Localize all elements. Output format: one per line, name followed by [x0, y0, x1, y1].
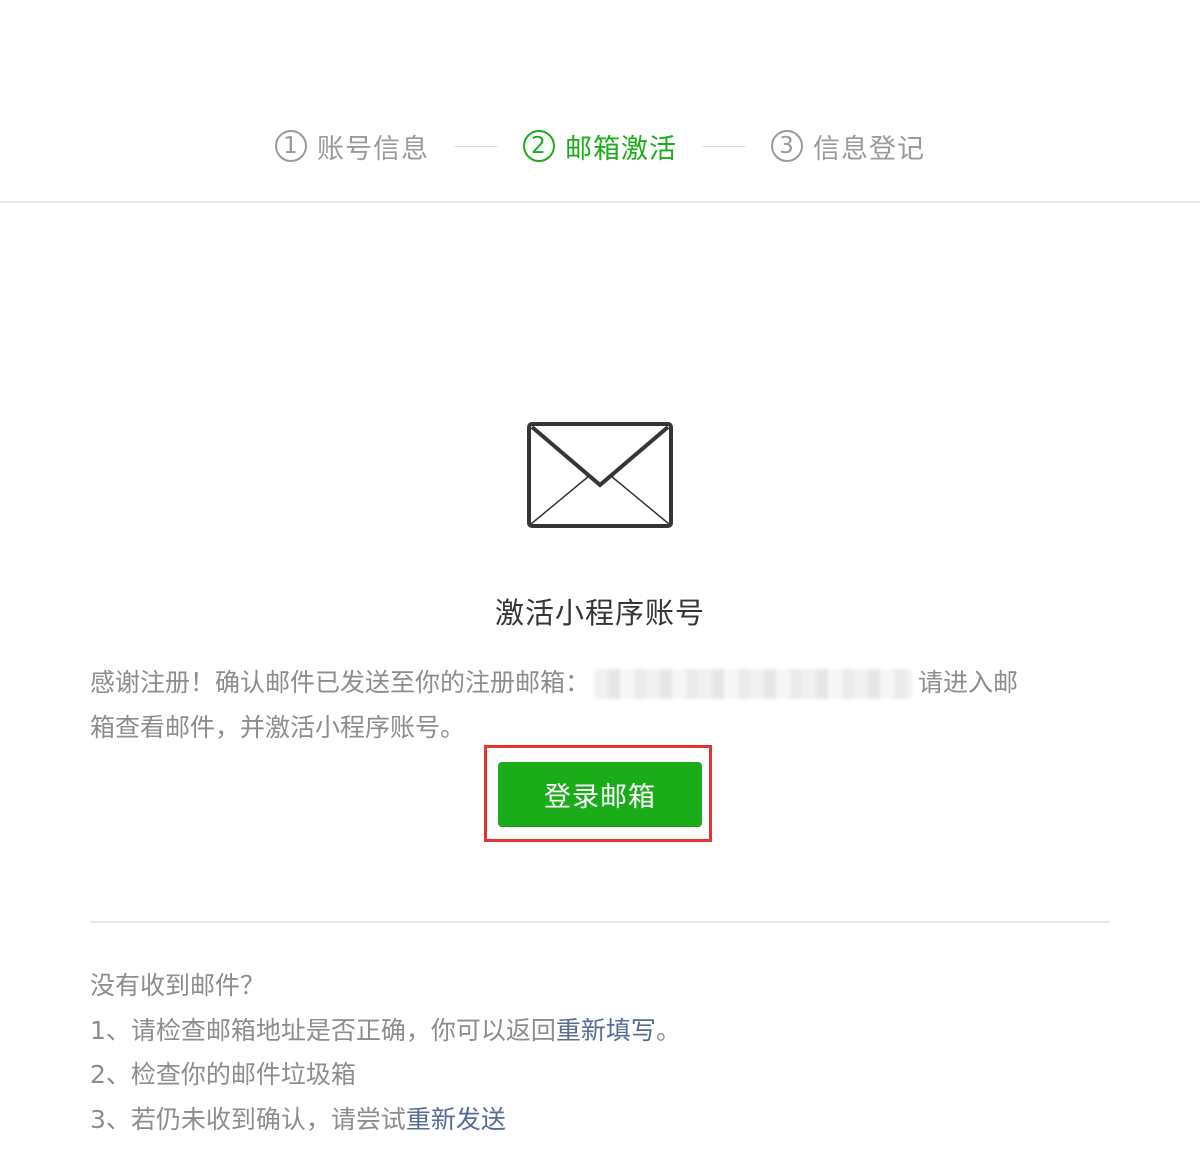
step-account-info: 1 账号信息	[275, 127, 429, 166]
desc-suffix-1: 请进入邮	[918, 668, 1019, 697]
step-separator	[455, 145, 497, 147]
section-divider	[90, 921, 1110, 923]
email-activation-page: 1 账号信息 2 邮箱激活 3 信息登记 激活小程序账号 感谢注册！确认邮件已发…	[0, 0, 1200, 1168]
resend-link[interactable]: 重新发送	[406, 1105, 506, 1134]
desc-suffix-2: 箱查看邮件，并激活小程序账号。	[90, 713, 466, 742]
step-info-registration: 3 信息登记	[771, 127, 925, 166]
activation-description: 感谢注册！确认邮件已发送至你的注册邮箱： 请进入邮箱查看邮件，并激活小程序账号。	[90, 660, 1110, 750]
help-section: 没有收到邮件？ 1、请检查邮箱地址是否正确，你可以返回重新填写。 2、检查你的邮…	[90, 964, 1110, 1142]
help-item-1-text: 1、请检查邮箱地址是否正确，你可以返回	[90, 1015, 556, 1045]
step-label: 信息登记	[813, 133, 925, 165]
login-email-button[interactable]: 登录邮箱	[498, 762, 702, 826]
step-separator	[703, 145, 745, 147]
help-item-3-text: 3、若仍未收到确认，请尝试	[90, 1104, 406, 1134]
step-number: 3	[771, 130, 803, 162]
blurred-email-address	[594, 669, 913, 699]
help-item-2: 2、检查你的邮件垃圾箱	[90, 1060, 356, 1089]
help-heading: 没有收到邮件？	[90, 971, 266, 1000]
step-label: 邮箱激活	[565, 133, 677, 165]
help-item-1: 1、请检查邮箱地址是否正确，你可以返回重新填写。	[90, 1009, 1110, 1054]
step-number: 1	[275, 130, 307, 162]
step-number: 2	[523, 130, 555, 162]
step-label: 账号信息	[317, 133, 429, 165]
help-item-1-end: 。	[655, 1015, 681, 1045]
desc-prefix: 感谢注册！确认邮件已发送至你的注册邮箱：	[90, 668, 591, 697]
page-title: 激活小程序账号	[494, 596, 705, 630]
refill-link[interactable]: 重新填写	[556, 1016, 656, 1045]
step-email-activation: 2 邮箱激活	[523, 127, 677, 166]
envelope-icon	[527, 422, 673, 528]
progress-steps: 1 账号信息 2 邮箱激活 3 信息登记	[0, 118, 1200, 174]
help-item-3: 3、若仍未收到确认，请尝试重新发送	[90, 1098, 1110, 1143]
header-divider	[0, 201, 1200, 203]
